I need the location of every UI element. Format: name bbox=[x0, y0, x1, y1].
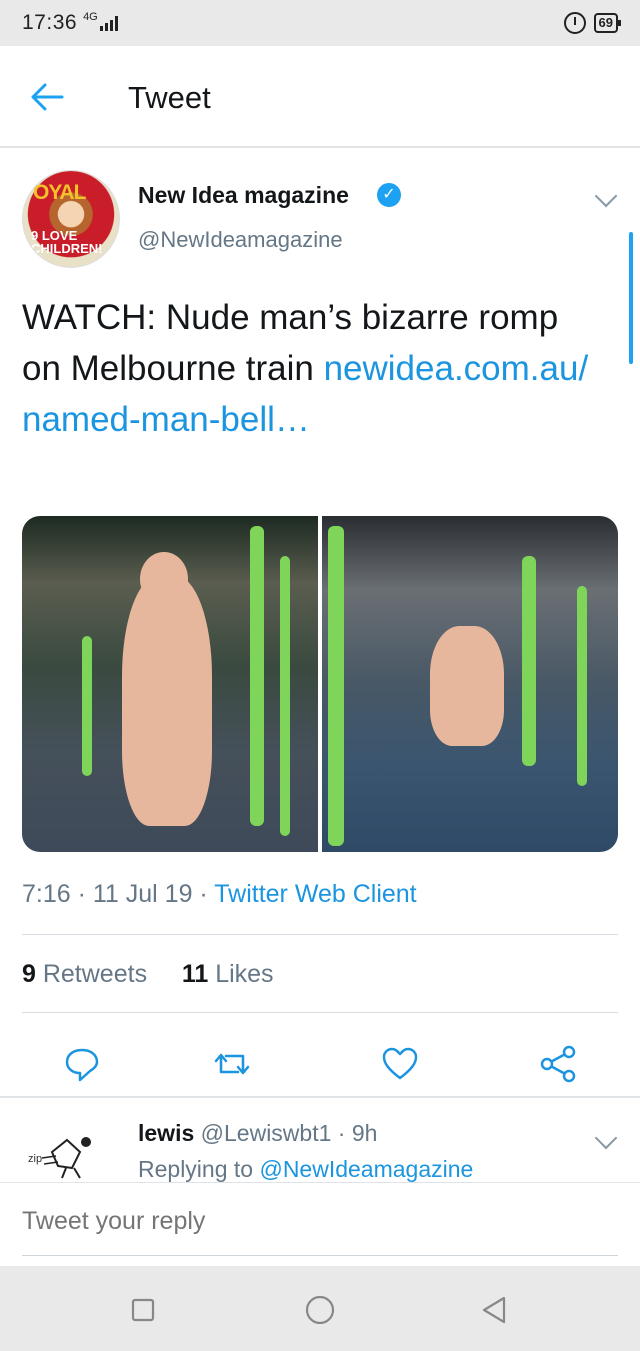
likes-label: Likes bbox=[208, 960, 274, 988]
divider bbox=[22, 1255, 618, 1256]
reply-author-name: lewis bbox=[138, 1120, 195, 1146]
network-type: 4G bbox=[83, 11, 98, 23]
reply-input[interactable] bbox=[22, 1207, 612, 1236]
signal-icon bbox=[99, 15, 118, 31]
reply-item[interactable]: zip lewis @Lewiswbt1 · 9h Replying to @N… bbox=[0, 1110, 640, 1183]
retweets-count: 9 bbox=[22, 960, 36, 988]
verified-badge-icon: ✓ bbox=[377, 183, 401, 207]
avatar[interactable]: OYAL 9 LOVE CHILDREN! bbox=[22, 170, 120, 268]
tweet-media[interactable] bbox=[22, 516, 618, 852]
avatar-cover-text: 9 LOVE CHILDREN! bbox=[31, 228, 103, 256]
media-photo-left[interactable] bbox=[22, 516, 318, 852]
status-time: 17:36 bbox=[22, 11, 78, 34]
battery-icon: 69 bbox=[593, 13, 622, 33]
replying-to: Replying to @NewIdeamagazine bbox=[138, 1156, 473, 1183]
arrow-left-icon[interactable] bbox=[30, 82, 64, 112]
app-header: Tweet bbox=[0, 46, 640, 148]
status-bar: 17:36 4G 69 bbox=[0, 0, 640, 46]
recents-icon[interactable] bbox=[125, 1292, 161, 1328]
scrollbar[interactable] bbox=[629, 232, 633, 364]
tweet-timestamp: 7:16 · 11 Jul 19 · bbox=[22, 880, 215, 908]
replying-prefix: Replying to bbox=[138, 1156, 260, 1182]
author-display-name[interactable]: New Idea magazine bbox=[138, 182, 349, 209]
reply-author[interactable]: lewis @Lewiswbt1 · 9h bbox=[138, 1120, 377, 1147]
page-title: Tweet bbox=[128, 80, 211, 115]
divider bbox=[22, 1012, 618, 1013]
retweet-icon[interactable] bbox=[212, 1044, 252, 1084]
likes-stat[interactable]: 11 Likes bbox=[182, 960, 274, 988]
chevron-down-icon[interactable] bbox=[594, 1126, 618, 1150]
retweets-stat[interactable]: 9 Retweets bbox=[22, 960, 147, 988]
divider bbox=[22, 934, 618, 935]
tweet-meta: 7:16 · 11 Jul 19 · Twitter Web Client bbox=[22, 880, 417, 909]
author-handle[interactable]: @NewIdeamagazine bbox=[138, 227, 343, 253]
back-icon[interactable] bbox=[476, 1292, 512, 1328]
retweets-label: Retweets bbox=[35, 960, 148, 988]
svg-text:zip: zip bbox=[28, 1153, 42, 1165]
share-icon[interactable] bbox=[538, 1044, 578, 1084]
system-nav-bar bbox=[0, 1266, 640, 1351]
divider bbox=[0, 1096, 640, 1098]
reply-composer bbox=[0, 1182, 640, 1266]
avatar[interactable]: zip bbox=[22, 1122, 120, 1180]
media-photo-right[interactable] bbox=[322, 516, 618, 852]
reply-handle-time: @Lewiswbt1 · 9h bbox=[194, 1120, 378, 1146]
reply-icon[interactable] bbox=[62, 1044, 102, 1084]
tweet-text: WATCH: Nude man’s bizarre romp on Melbou… bbox=[22, 292, 602, 445]
likes-count: 11 bbox=[181, 960, 209, 988]
home-icon[interactable] bbox=[302, 1292, 338, 1328]
alarm-icon bbox=[563, 12, 586, 34]
tweet-client-link[interactable]: Twitter Web Client bbox=[214, 880, 416, 908]
chevron-down-icon[interactable] bbox=[594, 184, 618, 208]
avatar-logo-text: OYAL bbox=[33, 181, 86, 204]
heart-icon[interactable] bbox=[380, 1044, 420, 1084]
replying-handle-link[interactable]: @NewIdeamagazine bbox=[259, 1156, 473, 1182]
tweet-stats: 9 Retweets 11 Likes bbox=[22, 960, 274, 989]
